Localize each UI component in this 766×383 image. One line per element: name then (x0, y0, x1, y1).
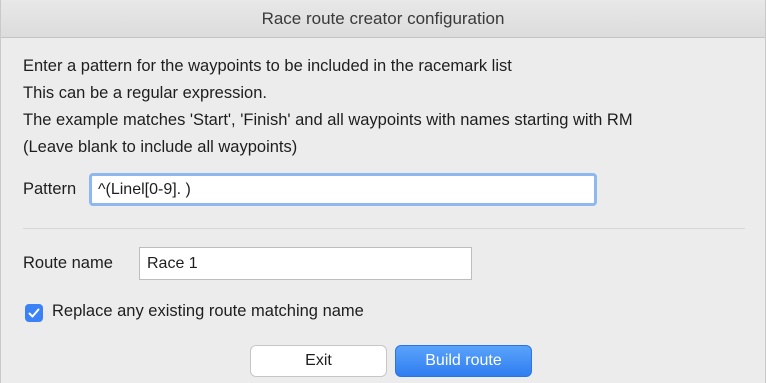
window-title: Race route creator configuration (1, 0, 765, 38)
info-line-4: (Leave blank to include all waypoints) (23, 138, 298, 156)
info-line-3: The example matches 'Start', 'Finish' an… (23, 111, 633, 129)
exit-button[interactable]: Exit (250, 345, 387, 377)
checkmark-icon (28, 308, 40, 318)
section-divider (23, 228, 745, 229)
replace-route-label[interactable]: Replace any existing route matching name (52, 302, 364, 321)
info-line-1: Enter a pattern for the waypoints to be … (23, 57, 512, 75)
pattern-label: Pattern (23, 180, 77, 198)
build-route-button[interactable]: Build route (395, 345, 532, 377)
route-name-label: Route name (23, 254, 113, 272)
replace-route-checkbox[interactable] (25, 304, 43, 322)
info-line-2: This can be a regular expression. (23, 84, 267, 102)
route-name-input[interactable] (139, 247, 472, 280)
dialog-window: Race route creator configuration Enter a… (0, 0, 766, 383)
pattern-input[interactable] (89, 173, 597, 206)
